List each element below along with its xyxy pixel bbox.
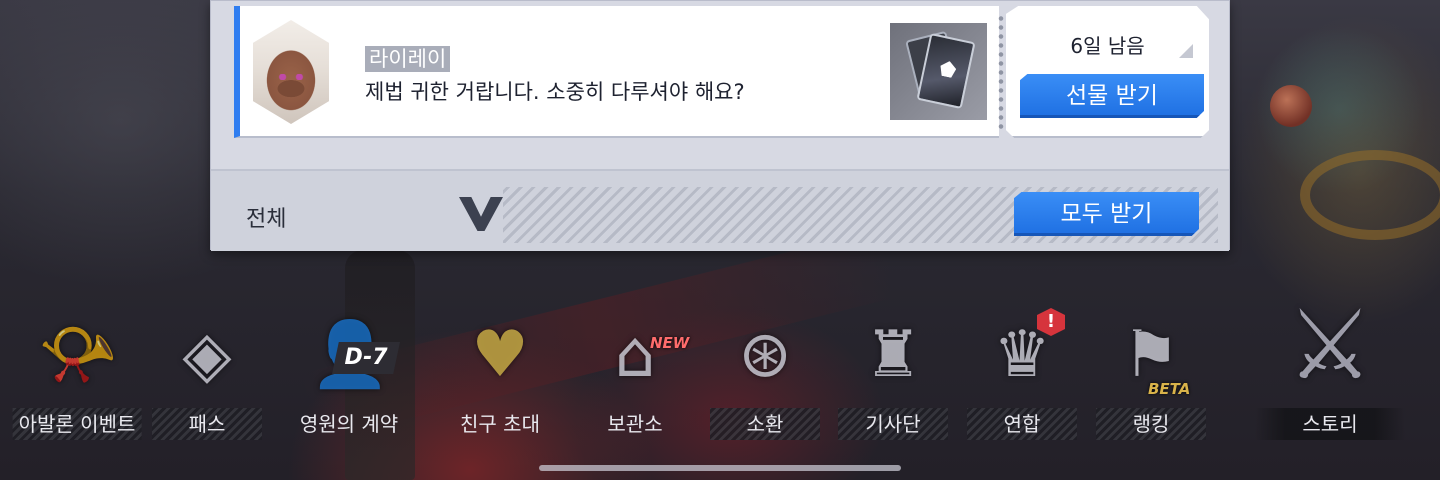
receive-gift-button[interactable]: 선물 받기 xyxy=(1020,74,1204,118)
heart-hand-icon: ♥ xyxy=(471,318,529,392)
nav-label: 영원의 계약 xyxy=(299,412,399,436)
nav-label: 보관소 xyxy=(607,412,663,436)
nav-item-summon[interactable]: ⊛ 소환 xyxy=(700,300,830,445)
nav-label: 랭킹 xyxy=(1096,408,1206,440)
background-gold-ring xyxy=(1300,150,1440,240)
gift-mailbox-panel: 라이레이 제법 귀한 거랍니다. 소중히 다루셔야 해요? 6일 남음 선물 받… xyxy=(210,0,1230,251)
nav-item-storage[interactable]: ⌂ NEW 보관소 xyxy=(570,300,700,445)
nav-item-knights[interactable]: ♜ 기사단 xyxy=(828,300,958,445)
days-left-text: 6일 남음 xyxy=(1070,34,1145,58)
ticket-perforation xyxy=(994,14,1008,132)
nav-item-avalon-event[interactable]: 📯 아발론 이벤트 xyxy=(12,300,142,445)
background-orb xyxy=(1270,85,1312,127)
home-indicator[interactable] xyxy=(539,465,901,471)
nav-label: 기사단 xyxy=(838,408,948,440)
nav-label: 연합 xyxy=(967,408,1077,440)
nav-item-ranking[interactable]: ⚑ BETA 랭킹 xyxy=(1086,300,1216,445)
filter-dropdown-label[interactable]: 전체 xyxy=(246,201,286,233)
compass-watch-icon: ⊛ xyxy=(738,318,792,392)
gift-message: 제법 귀한 거랍니다. 소중히 다루셔야 해요? xyxy=(365,80,745,104)
horn-icon: 📯 xyxy=(38,318,118,392)
nav-label: 소환 xyxy=(710,408,820,440)
order-emblem-icon: ♜ xyxy=(864,318,922,392)
gift-list-item: 라이레이 제법 귀한 거랍니다. 소중히 다루셔야 해요? 6일 남음 선물 받… xyxy=(234,6,1209,138)
gift-claim-area: 6일 남음 선물 받기 xyxy=(1006,6,1209,138)
nav-item-pass[interactable]: ◈ 패스 xyxy=(142,300,272,445)
gift-item-thumbnail xyxy=(890,23,987,120)
beta-badge: BETA xyxy=(1148,380,1191,398)
nav-item-story[interactable]: ⚔ 스토리 xyxy=(1245,290,1415,445)
chevron-down-icon[interactable] xyxy=(459,197,503,231)
sword-emblem-icon: ⚔ xyxy=(1286,289,1374,401)
gift-list[interactable]: 라이레이 제법 귀한 거랍니다. 소중히 다루셔야 해요? 6일 남음 선물 받… xyxy=(211,1,1229,169)
gift-message-area: 라이레이 제법 귀한 거랍니다. 소중히 다루셔야 해요? xyxy=(234,6,999,138)
bottom-nav: 📯 아발론 이벤트 ◈ 패스 👤 D-7 영원의 계약 ♥ 친구 초대 ⌂ NE… xyxy=(0,290,1440,450)
countdown-badge: D-7 xyxy=(332,342,400,374)
new-badge: NEW xyxy=(650,334,690,352)
mailbox-footer: 전체 모두 받기 xyxy=(211,169,1229,251)
diamond-star-icon: ◈ xyxy=(182,318,232,392)
nav-item-eternal-contract[interactable]: 👤 D-7 영원의 계약 xyxy=(284,300,414,445)
nav-label: 친구 초대 xyxy=(460,412,540,436)
receive-all-button[interactable]: 모두 받기 xyxy=(1014,192,1199,236)
nav-item-friend-invite[interactable]: ♥ 친구 초대 xyxy=(435,300,565,445)
nav-label: 아발론 이벤트 xyxy=(12,408,142,440)
nav-label: 스토리 xyxy=(1255,408,1405,440)
nav-item-alliance[interactable]: ♛ ! 연합 xyxy=(957,300,1087,445)
sender-name: 라이레이 xyxy=(365,46,451,72)
storage-house-icon: ⌂ xyxy=(614,318,656,392)
sender-avatar xyxy=(253,20,329,124)
nav-label: 패스 xyxy=(152,408,262,440)
